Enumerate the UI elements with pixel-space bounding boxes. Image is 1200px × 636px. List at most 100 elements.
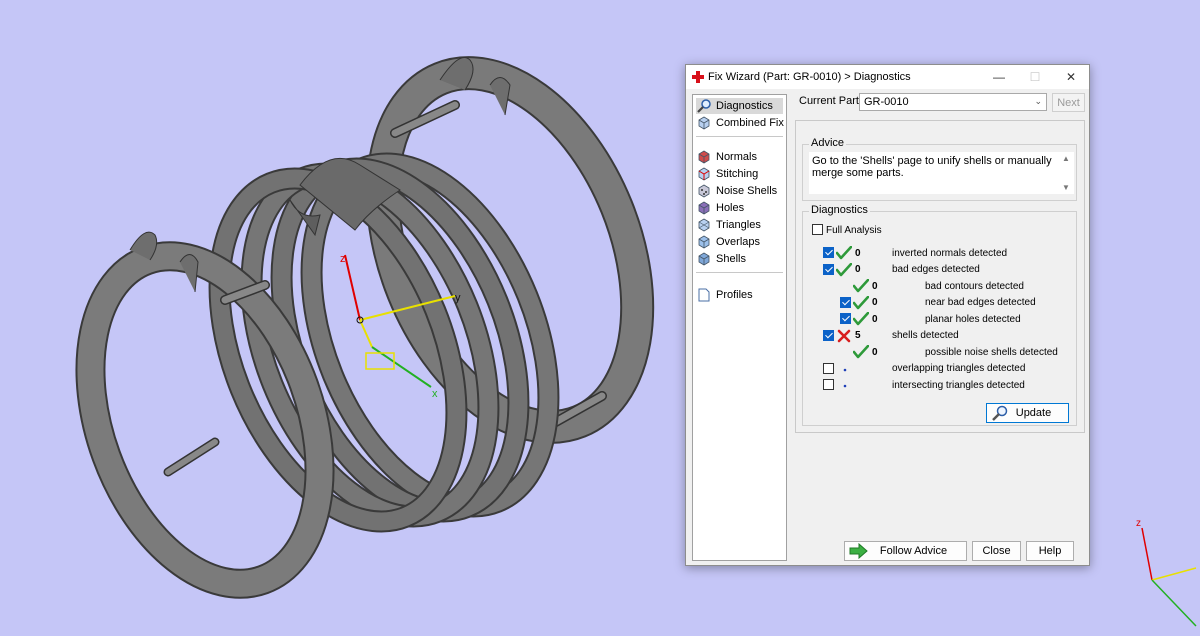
diagnostic-checkbox[interactable] [823, 263, 834, 275]
diagnostic-checkbox[interactable] [823, 247, 834, 258]
nav-item-stitching[interactable]: Stitching [696, 166, 761, 182]
advice-scrollbar[interactable]: ▲ ▼ [1060, 152, 1073, 194]
diagnostic-checkbox[interactable] [823, 362, 834, 374]
update-button[interactable]: Update [986, 403, 1069, 423]
diagnostic-row[interactable]: 0 bad edges detected [823, 262, 1068, 277]
diagnostic-row[interactable]: 5 shells detected [823, 329, 1068, 343]
diagnostic-row: 0 bad contours detected [840, 279, 1068, 293]
advice-group: Advice Go to the 'Shells' page to unify … [802, 137, 1077, 201]
nav-label: Overlaps [716, 236, 761, 248]
advice-text: Go to the 'Shells' page to unify shells … [809, 152, 1074, 194]
diagnostic-row[interactable]: 0 near bad edges detected [840, 295, 1068, 310]
nav-item-triangles[interactable]: Triangles [696, 217, 764, 233]
diagnostic-label: inverted normals detected [892, 247, 1008, 259]
nav-item-shells[interactable]: Shells [696, 251, 749, 267]
diagnostics-group: Diagnostics Full Analysis 0 inverted norm… [802, 204, 1077, 426]
diagnostic-checkbox[interactable] [840, 313, 851, 324]
minimize-button[interactable]: — [981, 65, 1017, 89]
update-label: Update [1015, 407, 1052, 419]
title-bar[interactable]: Fix Wizard (Part: GR-0010) > Diagnostics… [686, 65, 1089, 89]
diagnostics-panel: Advice Go to the 'Shells' page to unify … [795, 120, 1085, 433]
nav-item-diagnostics[interactable]: Diagnostics [696, 98, 783, 114]
diagnostic-label: overlapping triangles detected [892, 363, 1026, 374]
diagnostic-row[interactable]: intersecting triangles detected [823, 378, 1068, 392]
nav-label: Stitching [716, 168, 759, 180]
diagnostic-label: shells detected [892, 330, 959, 341]
full-analysis-checkbox[interactable] [812, 224, 823, 235]
green-checkmark-icon [853, 345, 869, 359]
current-part-select[interactable]: GR-0010 ⌄ [859, 93, 1047, 111]
diagnostic-label: near bad edges detected [925, 297, 1036, 308]
nav-item-profiles[interactable]: Profiles [696, 287, 756, 303]
full-analysis-label: Full Analysis [826, 224, 882, 236]
diagnostic-checkbox[interactable] [840, 296, 851, 308]
coil-rings [208, 152, 560, 533]
diagnostic-count: 0 [855, 247, 861, 259]
green-checkmark-icon [853, 295, 869, 310]
wizard-nav: Diagnostics Combined Fix Normals Stitchi… [692, 94, 787, 561]
diagnostic-count: 0 [872, 297, 878, 308]
diagnostic-checkbox[interactable] [823, 379, 834, 390]
diagnostic-row[interactable]: overlapping triangles detected [823, 362, 1068, 376]
next-button: Next [1052, 93, 1085, 112]
document-icon [696, 288, 712, 302]
diagnostic-row[interactable]: 0 planar holes detected [840, 312, 1068, 326]
gizmo-y-label: y [455, 292, 461, 304]
green-arrow-icon [849, 542, 869, 562]
current-part-value: GR-0010 [864, 96, 909, 108]
nav-item-overlaps[interactable]: Overlaps [696, 234, 763, 250]
diagnostic-label: bad contours detected [925, 280, 1024, 292]
diagnostic-count: 0 [872, 313, 878, 325]
pending-dot-icon [836, 378, 852, 392]
diagnostic-checkbox[interactable] [823, 329, 834, 341]
close-window-button[interactable]: ✕ [1053, 65, 1089, 89]
diagnostic-count: 5 [855, 330, 861, 341]
nav-label: Noise Shells [716, 185, 778, 197]
help-button[interactable]: Help [1026, 541, 1074, 561]
dialog-title: Fix Wizard (Part: GR-0010) > Diagnostics [708, 71, 911, 83]
triad-z-label: z [1136, 518, 1141, 529]
part-model[interactable] [48, 35, 686, 615]
cube-icon [696, 116, 712, 130]
diagnostic-label: possible noise shells detected [925, 346, 1058, 358]
diagnostic-label: planar holes detected [925, 313, 1021, 325]
red-x-icon [836, 329, 852, 343]
fix-wizard-dialog: Fix Wizard (Part: GR-0010) > Diagnostics… [685, 64, 1090, 566]
nav-item-combined-fix[interactable]: Combined Fix [696, 115, 787, 131]
advice-label: Advice [809, 137, 847, 149]
nav-item-noise-shells[interactable]: Noise Shells [696, 183, 780, 199]
nav-label: Normals [716, 151, 757, 163]
diagnostic-row[interactable]: 0 inverted normals detected [823, 246, 1068, 260]
nav-label: Combined Fix [716, 117, 784, 129]
nav-label: Diagnostics [716, 100, 773, 112]
follow-advice-button[interactable]: Follow Advice [844, 541, 967, 561]
red-cross-icon [686, 71, 708, 83]
nav-item-holes[interactable]: Holes [696, 200, 747, 216]
diagnostic-count: 0 [872, 346, 878, 358]
corner-axis-triad: z [1136, 518, 1197, 627]
current-part-label: Current Part: [799, 95, 862, 107]
diagnostic-count: 0 [872, 280, 878, 292]
nav-label: Holes [716, 202, 745, 214]
follow-advice-label: Follow Advice [879, 545, 948, 557]
gizmo-z-label: z [340, 253, 346, 265]
magnifier-icon [991, 405, 1009, 424]
diagnostic-label: bad edges detected [892, 264, 980, 275]
green-checkmark-icon [836, 262, 852, 277]
nav-label: Shells [716, 253, 746, 265]
noise-shells-icon [696, 184, 712, 198]
green-checkmark-icon [853, 312, 869, 326]
maximize-button: ☐ [1029, 70, 1041, 84]
close-button[interactable]: Close [972, 541, 1021, 561]
gizmo-x-label: x [432, 388, 438, 400]
full-analysis-row[interactable]: Full Analysis [812, 223, 932, 237]
triangles-cube-icon [696, 218, 712, 232]
green-checkmark-icon [853, 279, 869, 293]
holes-cube-icon [696, 201, 712, 215]
shells-cube-icon [696, 252, 712, 266]
green-checkmark-icon [836, 246, 852, 260]
nav-item-normals[interactable]: Normals [696, 149, 760, 165]
overlaps-cube-icon [696, 235, 712, 249]
chevron-down-icon: ⌄ [1034, 96, 1042, 106]
diagnostics-label: Diagnostics [809, 204, 870, 216]
